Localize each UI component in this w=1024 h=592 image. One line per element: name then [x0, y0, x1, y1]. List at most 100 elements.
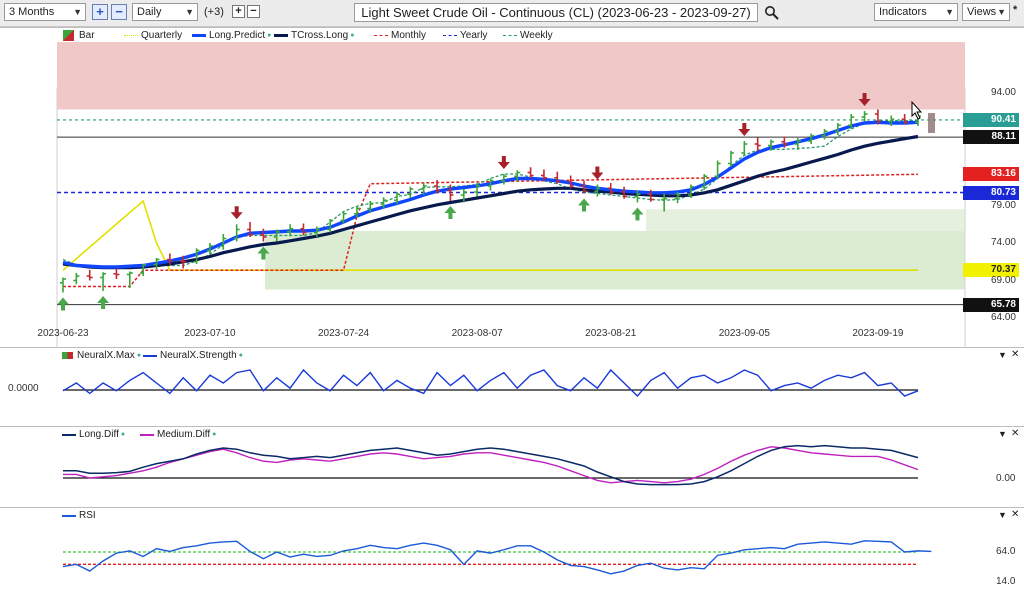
legend-item: Quarterly	[124, 30, 182, 41]
legend-swatch	[274, 34, 288, 37]
chevron-down-icon[interactable]: ▼	[998, 510, 1007, 520]
diff-y-tick: 0.00	[996, 473, 1016, 484]
legend-item: Long.Predict ●	[192, 30, 271, 41]
legend-swatch	[143, 354, 157, 357]
legend-label: Monthly	[391, 30, 427, 41]
x-tick-label: 2023-08-21	[585, 328, 637, 339]
legend-swatch	[124, 35, 138, 36]
legend-label: Long.Predict	[209, 30, 266, 41]
close-icon[interactable]: ✕	[1011, 428, 1019, 439]
legend-swatch	[62, 514, 76, 517]
legend-item: Weekly	[503, 30, 553, 41]
legend-label: Quarterly	[141, 30, 183, 41]
legend-item: Monthly	[374, 30, 426, 41]
gear-icon: ●	[120, 431, 126, 438]
chevron-down-icon[interactable]: ▼	[998, 429, 1007, 439]
bar-swatch-icon	[63, 30, 74, 41]
rsi-panel[interactable]: RSI 64.0 14.0 ▼ ✕	[0, 507, 1024, 592]
legend-label: NeuralX.Strength	[160, 350, 237, 361]
legend-label: NeuralX.Max	[77, 350, 135, 361]
legend-label: Medium.Diff	[157, 429, 211, 440]
gear-icon: ●	[212, 431, 217, 438]
zoom-in-button[interactable]: +	[92, 4, 108, 20]
legend-swatch	[374, 35, 388, 36]
legend-label: Bar	[79, 30, 95, 41]
x-tick-label: 2023-07-10	[184, 328, 236, 339]
chart-title-field[interactable]: Light Sweet Crude Oil - Continuous (CL) …	[354, 3, 758, 22]
price-tag: 83.16	[963, 167, 1019, 182]
legend-swatch	[62, 433, 76, 436]
chevron-down-icon: ▼	[73, 7, 82, 17]
indicators-button[interactable]: Indicators ▼	[874, 3, 958, 21]
legend-item: NeuralX.Max ●	[62, 350, 141, 361]
offset-label: (+3)	[204, 6, 224, 18]
chevron-down-icon: ▼	[945, 7, 954, 17]
legend-item: TCross.Long ●	[274, 30, 354, 41]
support-zone-upper	[646, 209, 965, 231]
legend-label: Yearly	[460, 30, 488, 41]
range-select[interactable]: 3 Months ▼	[4, 3, 86, 21]
chart-toolbar: 3 Months ▼ + − Daily ▼ (+3) + − Light Swee…	[0, 0, 1024, 27]
legend-item: NeuralX.Strength ●	[143, 350, 243, 361]
neuralx-y-tick: 0.0000	[8, 383, 39, 394]
legend-item: Bar	[63, 30, 95, 41]
resistance-zone	[57, 42, 965, 110]
indicators-label: Indicators	[879, 6, 927, 18]
rsi-chart[interactable]	[0, 508, 1024, 592]
range-value: 3 Months	[9, 6, 55, 18]
legend-label: RSI	[79, 510, 96, 521]
legend-label: TCross.Long	[291, 30, 349, 41]
gear-icon: ●	[136, 352, 142, 359]
price-tag: 79.00	[990, 199, 1016, 211]
price-tag: 94.00	[990, 87, 1016, 98]
x-tick-label: 2023-07-24	[318, 328, 370, 339]
close-icon[interactable]: ✕	[1011, 349, 1019, 360]
neuralx-max-swatch-icon	[62, 352, 73, 359]
legend-swatch	[192, 34, 206, 37]
interval-value: Daily	[137, 6, 162, 18]
views-label: Views	[967, 6, 997, 18]
price-tag: 90.41	[963, 112, 1019, 127]
offset-minus-button[interactable]: −	[247, 5, 260, 18]
legend-swatch	[140, 433, 154, 436]
zoom-out-button[interactable]: −	[111, 4, 127, 20]
legend-label: Weekly	[520, 30, 553, 41]
legend-label: Long.Diff	[79, 429, 119, 440]
chevron-down-icon: ▼	[997, 7, 1006, 17]
legend-item: Yearly	[443, 30, 487, 41]
current-bar-marker	[928, 113, 935, 133]
rsi-y-tick: 64.0	[996, 546, 1016, 557]
chevron-down-icon[interactable]: ▼	[998, 350, 1007, 360]
x-tick-label: 2023-06-23	[37, 328, 89, 339]
views-star: *	[1013, 4, 1018, 16]
zones	[56, 42, 966, 347]
views-button[interactable]: Views ▼	[962, 3, 1010, 21]
price-tag: 80.73	[963, 185, 1019, 200]
search-icon[interactable]	[764, 5, 780, 21]
price-tag: 64.00	[990, 312, 1016, 323]
legend-item: Long.Diff ●	[62, 429, 125, 440]
diff-panel[interactable]: Long.Diff ● Medium.Diff ● 0.00 ▼ ✕	[0, 426, 1024, 507]
rsi-plot	[57, 516, 965, 590]
legend-swatch	[443, 35, 457, 36]
x-tick-label: 2023-09-19	[852, 328, 904, 339]
neuralx-panel[interactable]: NeuralX.Max ● NeuralX.Strength ● 0.0000 ▼ ✕	[0, 347, 1024, 426]
x-tick-label: 2023-09-05	[719, 328, 771, 339]
price-tag: 74.00	[990, 237, 1016, 248]
price-tag: 69.00	[990, 274, 1016, 286]
price-chart[interactable]: 2023-06-23 2023-07-10 2023-07-24 2023-08-07…	[0, 28, 1024, 347]
price-tag: 65.78	[963, 297, 1019, 312]
offset-plus-button[interactable]: +	[232, 5, 245, 18]
legend-item: Medium.Diff ●	[140, 429, 216, 440]
gear-icon: ●	[238, 352, 243, 359]
price-panel[interactable]: 2023-06-23 2023-07-10 2023-07-24 2023-08-07…	[0, 27, 1024, 347]
chevron-down-icon: ▼	[185, 7, 194, 17]
gear-icon: ●	[267, 32, 272, 39]
close-icon[interactable]: ✕	[1011, 509, 1019, 520]
legend-item: RSI	[62, 510, 96, 521]
interval-select[interactable]: Daily ▼	[132, 3, 198, 21]
price-tag: 88.11	[963, 130, 1019, 145]
rsi-y-tick: 14.0	[996, 576, 1016, 587]
legend-swatch	[503, 35, 517, 36]
gear-icon: ●	[350, 32, 355, 39]
